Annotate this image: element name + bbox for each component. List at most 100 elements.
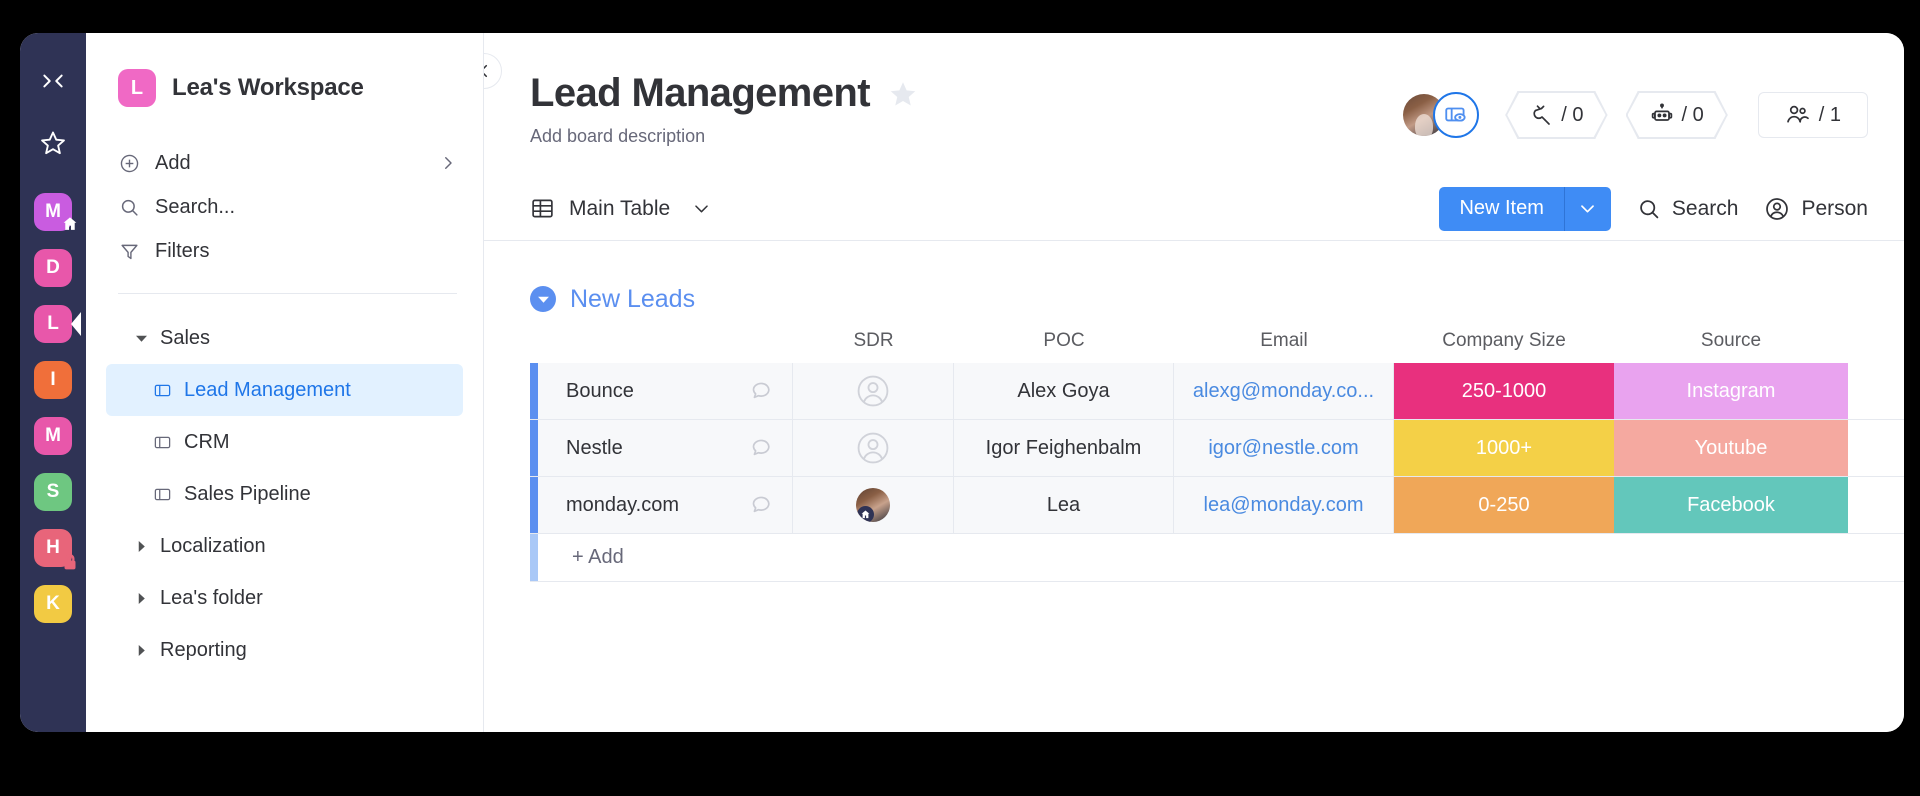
sidebar-add-button[interactable]: Add (86, 141, 483, 185)
rail-tile-d[interactable]: D (34, 249, 72, 287)
column-header-source[interactable]: Source (1614, 330, 1848, 352)
column-header-email[interactable]: Email (1174, 330, 1394, 352)
rail-tile-letter: D (46, 257, 60, 278)
cell-source[interactable]: Instagram (1614, 363, 1848, 419)
email-link[interactable]: lea@monday.com (1204, 494, 1364, 517)
board-icon (152, 432, 172, 452)
sidebar-filters-button[interactable]: Filters (86, 229, 483, 273)
item-name-text: monday.com (566, 493, 680, 516)
workspace-header[interactable]: L Lea's Workspace (86, 69, 483, 107)
page-title[interactable]: Lead Management (530, 71, 871, 116)
person-filter-button[interactable]: Person (1764, 196, 1868, 222)
person-placeholder-icon (856, 374, 890, 408)
cell-company-size[interactable]: 250-1000 (1394, 363, 1614, 419)
automations-button[interactable]: / 0 (1625, 91, 1728, 139)
sidebar-item-lead-management[interactable]: Lead Management (106, 364, 463, 416)
cell-source[interactable]: Facebook (1614, 477, 1848, 533)
sidebar-folder-leas-folder[interactable]: Lea's folder (106, 572, 463, 624)
sidebar-item-sales-pipeline[interactable]: Sales Pipeline (106, 468, 463, 520)
tab-main-table[interactable]: Main Table (530, 196, 711, 221)
email-link[interactable]: igor@nestle.com (1208, 437, 1358, 460)
table-row[interactable]: Nestle Igor Feighenbalm igor@nestle.com … (530, 420, 1904, 477)
cell-poc[interactable]: Igor Feighenbalm (954, 420, 1174, 476)
sidebar-search-label: Search... (155, 195, 236, 218)
board-icon (152, 484, 172, 504)
app-window: M D L I M S H K L Lea's Workspace Add Se… (20, 33, 1904, 732)
workspace-name: Lea's Workspace (172, 74, 364, 101)
rail-tile-i[interactable]: I (34, 361, 72, 399)
sidebar-item-crm[interactable]: CRM (106, 416, 463, 468)
search-button-label: Search (1671, 196, 1739, 220)
column-header-poc[interactable]: POC (954, 330, 1174, 352)
table-row[interactable]: monday.com Lea lea@monday.com 0-250 Face… (530, 477, 1904, 534)
new-item-button[interactable]: New Item (1439, 186, 1611, 231)
cell-source[interactable]: Youtube (1614, 420, 1848, 476)
cell-email[interactable]: igor@nestle.com (1174, 420, 1394, 476)
table-row[interactable]: Bounce Alex Goya alexg@monday.co... 250-… (530, 363, 1904, 420)
chat-bubble-icon[interactable] (749, 492, 792, 519)
board-preview-icon[interactable] (1433, 92, 1480, 138)
triangle-down-icon (134, 333, 148, 344)
cell-sdr[interactable] (793, 477, 954, 533)
sidebar-add-label: Add (155, 151, 191, 174)
cell-item-name[interactable]: Nestle (538, 420, 793, 476)
rail-tile-s[interactable]: S (34, 473, 72, 511)
rail-tile-l-active[interactable]: L (34, 305, 81, 343)
integrations-button[interactable]: / 0 (1505, 91, 1608, 139)
chevron-down-icon[interactable] (692, 199, 711, 218)
column-header-sdr[interactable]: SDR (793, 330, 954, 352)
star-icon[interactable] (33, 123, 73, 163)
email-link[interactable]: alexg@monday.co... (1193, 380, 1374, 403)
robot-icon (1650, 103, 1674, 127)
cell-email[interactable]: alexg@monday.co... (1174, 363, 1394, 419)
chat-bubble-icon[interactable] (749, 435, 792, 462)
search-button[interactable]: Search (1637, 196, 1739, 221)
board-viewers[interactable] (1403, 92, 1487, 138)
chat-bubble-icon[interactable] (749, 378, 792, 405)
rail-tile-h[interactable]: H (34, 529, 75, 569)
cell-company-size[interactable]: 1000+ (1394, 420, 1614, 476)
group-title[interactable]: New Leads (570, 285, 695, 314)
sidebar-item-label: Lead Management (184, 378, 351, 401)
cell-poc[interactable]: Alex Goya (954, 363, 1174, 419)
sidebar-folder-label: Sales (160, 326, 211, 349)
table-rows: Bounce Alex Goya alexg@monday.co... 250-… (530, 363, 1904, 582)
chevron-right-icon[interactable] (439, 154, 457, 172)
cell-item-name[interactable]: Bounce (538, 363, 793, 419)
board-members-button[interactable]: / 1 (1757, 92, 1868, 138)
group-collapse-icon[interactable] (530, 286, 556, 312)
home-icon (60, 214, 80, 234)
column-header-company-size[interactable]: Company Size (1394, 330, 1614, 352)
rail-tile-letter: M (45, 201, 61, 222)
add-item-label[interactable]: + Add (538, 534, 1904, 581)
cell-email[interactable]: lea@monday.com (1174, 477, 1394, 533)
sidebar-folder-localization[interactable]: Localization (106, 520, 463, 572)
board-icon (152, 380, 172, 400)
people-icon (1785, 102, 1811, 128)
filter-icon (118, 240, 140, 262)
main-content: Lead Management Add board description / … (484, 33, 1904, 732)
sidebar-search-input[interactable]: Search... (86, 185, 483, 229)
cell-item-name[interactable]: monday.com (538, 477, 793, 533)
workspace-avatar: L (118, 69, 156, 107)
active-indicator (71, 312, 81, 336)
cell-sdr[interactable] (793, 420, 954, 476)
rail-tile-k[interactable]: K (34, 585, 72, 623)
avatar[interactable] (856, 488, 890, 522)
rail-tile-m1[interactable]: M (34, 193, 77, 231)
cell-sdr[interactable] (793, 363, 954, 419)
cell-company-size[interactable]: 0-250 (1394, 477, 1614, 533)
rail-tile-m2[interactable]: M (34, 417, 72, 455)
rail-tile-letter: L (47, 313, 59, 334)
group-header[interactable]: New Leads (484, 279, 1904, 319)
star-icon[interactable] (888, 79, 918, 109)
toolbar-actions: New Item Search Person (1439, 186, 1868, 231)
sidebar-folder-sales[interactable]: Sales (106, 312, 463, 364)
add-item-row[interactable]: + Add (530, 534, 1904, 582)
new-item-dropdown-caret[interactable] (1565, 187, 1611, 231)
cell-poc[interactable]: Lea (954, 477, 1174, 533)
collapse-panel-icon[interactable] (33, 61, 73, 101)
plug-icon (1529, 103, 1553, 127)
board-table: New Leads SDR POC Email Company Size Sou… (484, 241, 1904, 582)
sidebar-folder-reporting[interactable]: Reporting (106, 624, 463, 676)
